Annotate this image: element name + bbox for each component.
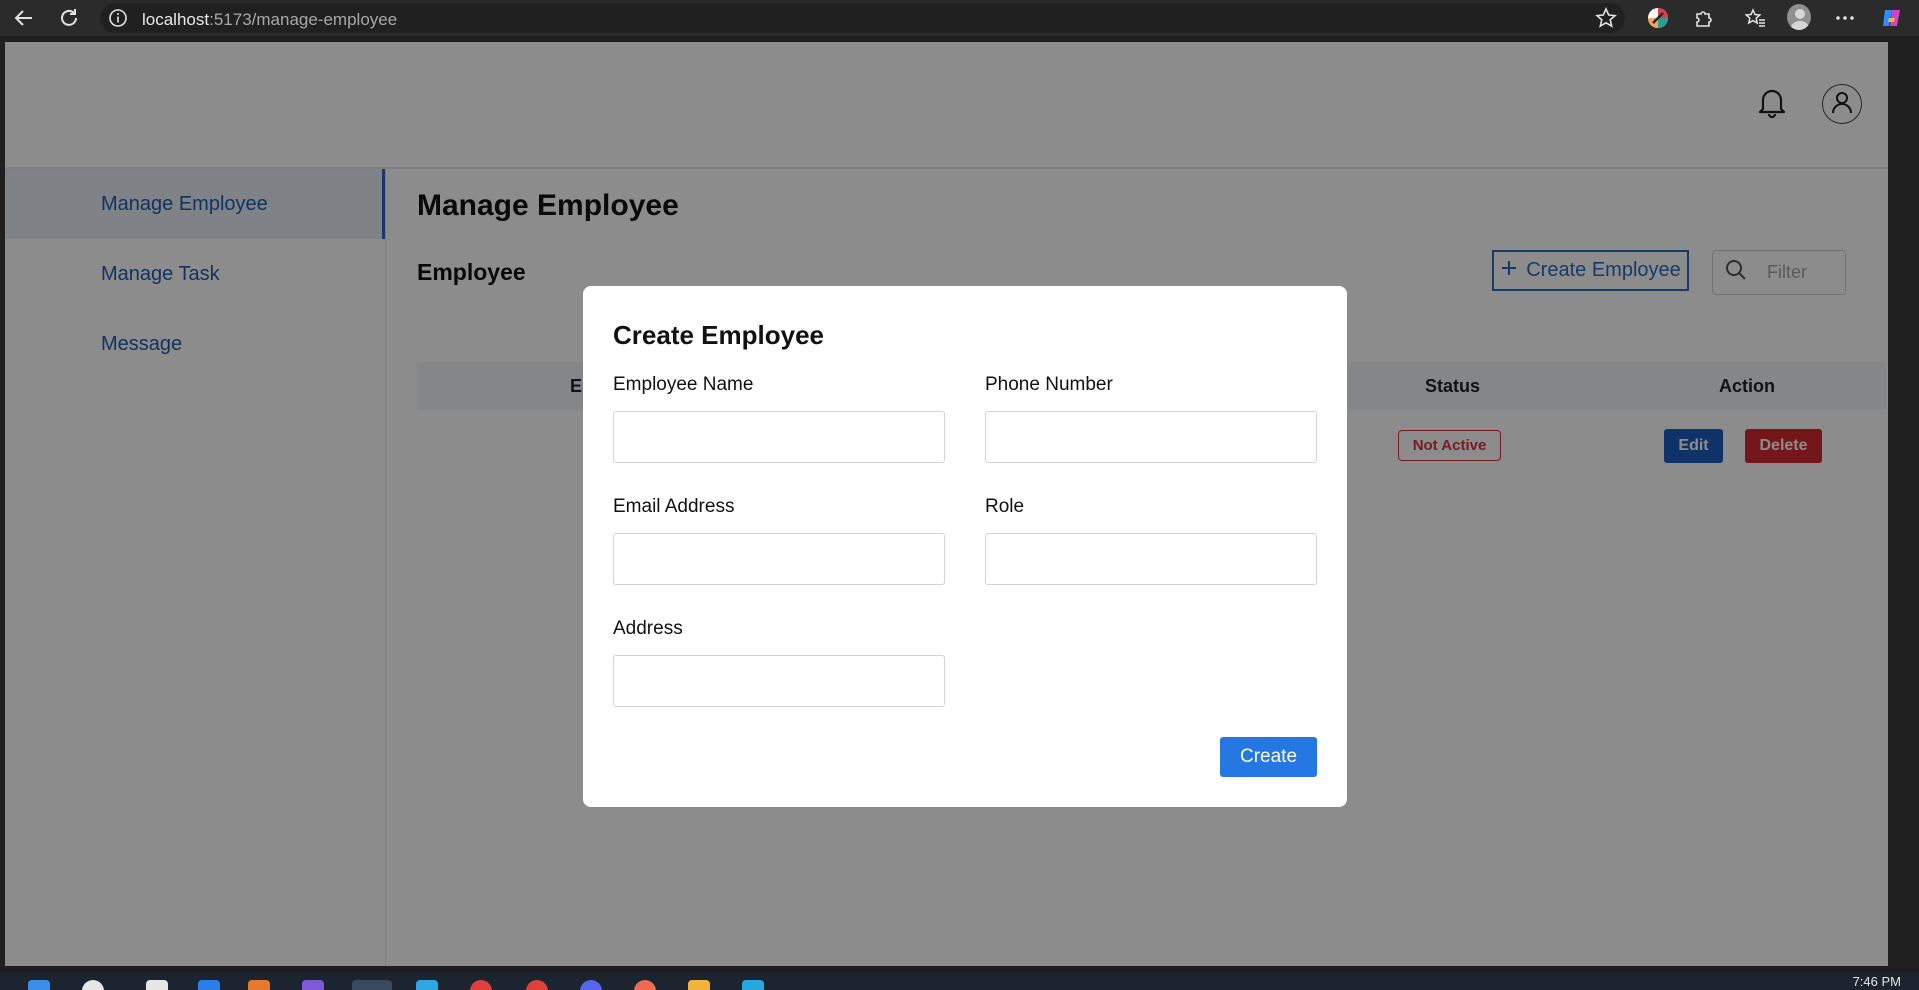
app-icon[interactable] [580, 980, 602, 990]
employee-name-field[interactable] [613, 411, 945, 463]
browser-toolbar: localhost:5173/manage-employee [0, 0, 1919, 36]
reload-icon[interactable] [57, 6, 81, 30]
favorites-icon[interactable] [1743, 6, 1767, 30]
address-bar[interactable]: localhost:5173/manage-employee [100, 3, 1625, 33]
app-icon[interactable] [742, 980, 764, 990]
app-icon[interactable] [302, 980, 324, 990]
url-text: localhost:5173/manage-employee [142, 10, 397, 30]
address-label: Address [613, 618, 683, 639]
role-field[interactable] [985, 533, 1317, 585]
back-arrow-icon[interactable] [12, 6, 36, 30]
modal-title: Create Employee [613, 320, 824, 350]
employee-name-label: Employee Name [613, 374, 754, 395]
site-info-icon[interactable] [108, 8, 128, 33]
create-employee-modal: Create Employee Employee Name Phone Numb… [583, 286, 1347, 807]
create-button[interactable]: Create [1220, 737, 1317, 777]
taskbar: 7:46 PM [0, 972, 1919, 990]
app-icon[interactable] [198, 980, 220, 990]
url-host: localhost [142, 10, 210, 29]
more-icon[interactable] [1833, 6, 1857, 30]
app-icon[interactable] [634, 980, 656, 990]
extensions-puzzle-icon[interactable] [1692, 6, 1716, 30]
color-extension-icon[interactable] [1646, 6, 1670, 30]
url-path: :5173/manage-employee [209, 10, 398, 29]
app-icon[interactable] [688, 980, 710, 990]
phone-number-label: Phone Number [985, 374, 1113, 395]
address-field[interactable] [613, 655, 945, 707]
favorite-star-icon[interactable] [1595, 7, 1617, 34]
phone-number-field[interactable] [985, 411, 1317, 463]
search-taskbar-icon[interactable] [82, 980, 104, 990]
app-viewport: Manage Employee Manage Task Message Mana… [5, 42, 1888, 966]
app-icon[interactable] [248, 980, 270, 990]
email-address-label: Email Address [613, 496, 735, 517]
app-icon[interactable] [416, 980, 438, 990]
windows-start-icon[interactable] [28, 980, 50, 990]
taskbar-clock[interactable]: 7:46 PM [1853, 974, 1901, 989]
profile-icon[interactable] [1787, 4, 1811, 30]
app-icon-active[interactable] [352, 980, 392, 990]
app-icon[interactable] [526, 980, 548, 990]
copilot-icon[interactable] [1880, 6, 1904, 30]
app-icon[interactable] [470, 980, 492, 990]
role-label: Role [985, 496, 1025, 517]
email-address-field[interactable] [613, 533, 945, 585]
task-view-icon[interactable] [146, 980, 168, 990]
